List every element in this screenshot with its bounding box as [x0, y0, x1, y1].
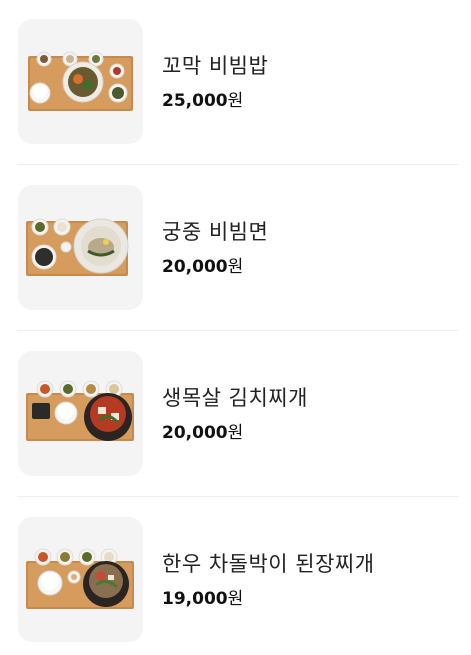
- menu-item-name: 생목살 김치찌개: [162, 386, 308, 410]
- price-unit: 원: [227, 423, 244, 443]
- price-unit: 원: [227, 589, 244, 609]
- menu-item-image[interactable]: [18, 351, 143, 476]
- menu-item[interactable]: 한우 차돌박이 된장찌개 19,000원: [17, 517, 459, 643]
- price-value: 20,000: [162, 423, 228, 443]
- menu-item-image[interactable]: [18, 517, 143, 642]
- menu-item-price: 20,000원: [162, 418, 243, 443]
- menu-item-image[interactable]: [18, 19, 143, 144]
- kimchi-stew-tray-photo: [26, 380, 134, 441]
- price-unit: 원: [227, 91, 244, 111]
- divider: [17, 496, 459, 497]
- price-unit: 원: [227, 257, 244, 277]
- bibim-noodle-tray-photo: [26, 218, 129, 276]
- menu-item-price: 20,000원: [162, 252, 243, 277]
- menu-list: 꼬막 비빔밥 25,000원 궁중 비빔면 20,000원 생목살 김치찌개 2…: [0, 0, 471, 655]
- price-value: 19,000: [162, 589, 228, 609]
- menu-item[interactable]: 생목살 김치찌개 20,000원: [17, 351, 459, 477]
- menu-item-image[interactable]: [18, 185, 143, 310]
- menu-item[interactable]: 꼬막 비빔밥 25,000원: [17, 19, 459, 145]
- divider: [17, 164, 459, 165]
- doenjang-stew-tray-photo: [26, 548, 134, 609]
- bibimbap-tray-photo: [28, 51, 133, 111]
- price-value: 25,000: [162, 91, 228, 111]
- menu-item-price: 25,000원: [162, 86, 243, 111]
- menu-item-name: 궁중 비빔면: [162, 220, 269, 244]
- menu-item-name: 꼬막 비빔밥: [162, 54, 269, 78]
- divider: [17, 330, 459, 331]
- menu-item-price: 19,000원: [162, 584, 243, 609]
- menu-item[interactable]: 궁중 비빔면 20,000원: [17, 185, 459, 311]
- price-value: 20,000: [162, 257, 228, 277]
- menu-item-name: 한우 차돌박이 된장찌개: [162, 552, 375, 576]
